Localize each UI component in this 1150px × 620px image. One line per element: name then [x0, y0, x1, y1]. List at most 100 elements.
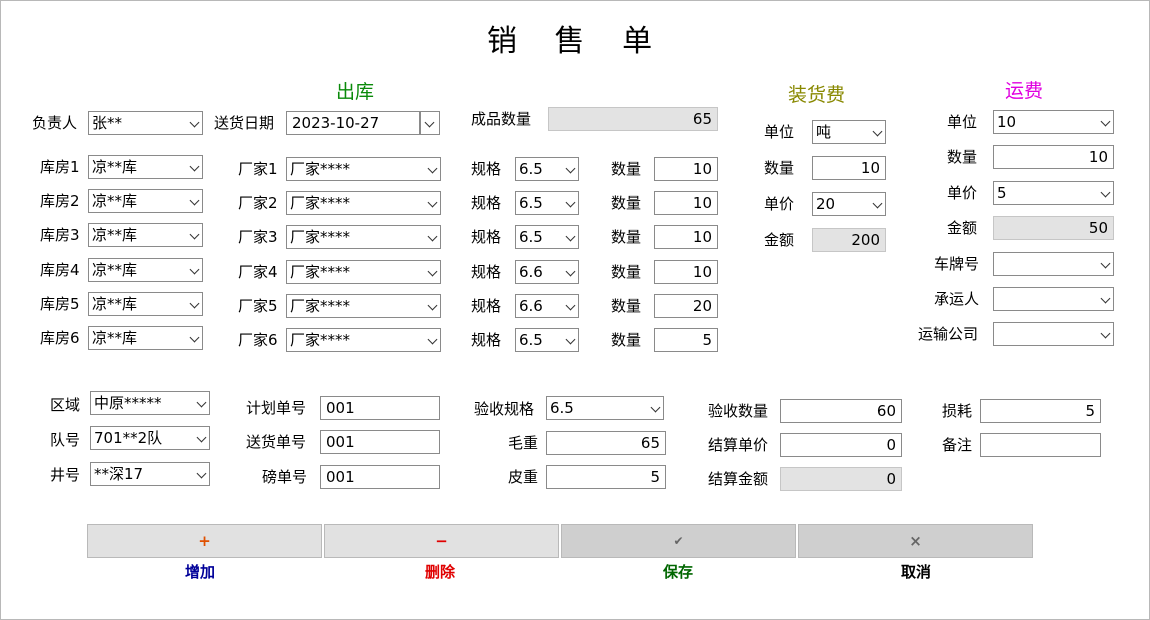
chevron-down-icon: [196, 397, 207, 408]
store-select[interactable]: 凉**库: [88, 155, 203, 179]
person-select[interactable]: 张**: [88, 111, 203, 135]
date-picker-button[interactable]: [420, 111, 440, 135]
spec-select[interactable]: 6.5: [515, 328, 579, 352]
freight-amount-label: 金额: [947, 219, 978, 237]
maker-select[interactable]: 厂家****: [286, 260, 441, 284]
spec-select[interactable]: 6.6: [515, 294, 579, 318]
store-select[interactable]: 凉**库: [88, 326, 203, 350]
maker-label: 厂家2: [238, 194, 278, 212]
note-field[interactable]: [980, 433, 1101, 457]
finished-qty-label: 成品数量: [471, 110, 532, 128]
add-button[interactable]: +: [87, 524, 322, 558]
freight-qty-field[interactable]: 10: [993, 145, 1114, 169]
chevron-down-icon: [424, 117, 435, 128]
freight-price-select[interactable]: 5: [993, 181, 1114, 205]
store-select[interactable]: 凉**库: [88, 189, 203, 213]
gross-field[interactable]: 65: [546, 431, 666, 455]
delete-button-label[interactable]: 删除: [380, 561, 500, 582]
carrier-label: 承运人: [934, 290, 980, 308]
company-select[interactable]: [993, 322, 1114, 346]
carrier-select[interactable]: [993, 287, 1114, 311]
maker-select[interactable]: 厂家****: [286, 294, 441, 318]
loading-qty-label: 数量: [764, 159, 795, 177]
cancel-button[interactable]: ×: [798, 524, 1033, 558]
loading-qty-field[interactable]: 10: [812, 156, 886, 180]
spec-label: 规格: [471, 331, 502, 349]
loading-unit-value: 吨: [816, 123, 832, 141]
plus-icon: +: [198, 532, 211, 550]
loading-amount-label: 金额: [764, 231, 795, 249]
chevron-down-icon: [427, 266, 438, 277]
store-label: 库房2: [40, 192, 80, 210]
region-select[interactable]: 中原*****: [90, 391, 210, 415]
loading-unit-label: 单位: [764, 123, 795, 141]
chevron-down-icon: [565, 163, 576, 174]
row-qty-field[interactable]: 10: [654, 225, 718, 249]
save-button-label[interactable]: 保存: [618, 561, 738, 582]
accept-qty-field[interactable]: 60: [780, 399, 902, 423]
well-select[interactable]: **深17: [90, 462, 210, 486]
store-label: 库房1: [40, 158, 80, 176]
delivery-no-label: 送货单号: [246, 433, 307, 451]
freight-unit-select[interactable]: 10: [993, 110, 1114, 134]
store-value: 凉**库: [92, 158, 138, 176]
spec-label: 规格: [471, 228, 502, 246]
section-loading-fee: 装货费: [788, 84, 846, 106]
accept-spec-value: 6.5: [550, 399, 574, 417]
maker-select[interactable]: 厂家****: [286, 225, 441, 249]
weigh-no-field[interactable]: 001: [320, 465, 440, 489]
maker-select[interactable]: 厂家****: [286, 157, 441, 181]
loading-unit-select[interactable]: 吨: [812, 120, 886, 144]
chevron-down-icon: [565, 197, 576, 208]
maker-value: 厂家****: [290, 297, 351, 315]
maker-value: 厂家****: [290, 160, 351, 178]
store-label: 库房6: [40, 329, 80, 347]
row-qty-field[interactable]: 5: [654, 328, 718, 352]
spec-select[interactable]: 6.5: [515, 225, 579, 249]
plan-no-field[interactable]: 001: [320, 396, 440, 420]
chevron-down-icon: [189, 161, 200, 172]
save-button[interactable]: ✔: [561, 524, 796, 558]
loading-price-select[interactable]: 20: [812, 192, 886, 216]
company-label: 运输公司: [918, 325, 979, 343]
plate-select[interactable]: [993, 252, 1114, 276]
loss-field[interactable]: 5: [980, 399, 1101, 423]
delivery-no-field[interactable]: 001: [320, 430, 440, 454]
chevron-down-icon: [1100, 187, 1111, 198]
maker-select[interactable]: 厂家****: [286, 191, 441, 215]
tare-field[interactable]: 5: [546, 465, 666, 489]
store-select[interactable]: 凉**库: [88, 223, 203, 247]
gross-label: 毛重: [508, 434, 539, 452]
freight-unit-label: 单位: [947, 113, 978, 131]
maker-label: 厂家1: [238, 160, 278, 178]
row-qty-field[interactable]: 10: [654, 191, 718, 215]
section-outbound: 出库: [336, 81, 375, 103]
row-qty-field[interactable]: 10: [654, 157, 718, 181]
row-qty-label: 数量: [611, 228, 642, 246]
spec-select[interactable]: 6.6: [515, 260, 579, 284]
spec-value: 6.5: [519, 160, 543, 178]
add-button-label[interactable]: 增加: [140, 561, 260, 582]
chevron-down-icon: [427, 300, 438, 311]
cancel-button-label[interactable]: 取消: [856, 561, 976, 582]
person-label: 负责人: [32, 114, 78, 132]
settle-price-field[interactable]: 0: [780, 433, 902, 457]
row-qty-field[interactable]: 20: [654, 294, 718, 318]
chevron-down-icon: [1100, 116, 1111, 127]
store-select[interactable]: 凉**库: [88, 258, 203, 282]
chevron-down-icon: [427, 231, 438, 242]
well-label: 井号: [50, 466, 81, 484]
freight-unit-value: 10: [997, 113, 1017, 131]
spec-select[interactable]: 6.5: [515, 191, 579, 215]
spec-select[interactable]: 6.5: [515, 157, 579, 181]
maker-value: 厂家****: [290, 263, 351, 281]
accept-spec-select[interactable]: 6.5: [546, 396, 664, 420]
maker-select[interactable]: 厂家****: [286, 328, 441, 352]
team-select[interactable]: 701**2队: [90, 426, 210, 450]
plate-label: 车牌号: [934, 255, 980, 273]
row-qty-field[interactable]: 10: [654, 260, 718, 284]
delete-button[interactable]: −: [324, 524, 559, 558]
chevron-down-icon: [872, 198, 883, 209]
store-select[interactable]: 凉**库: [88, 292, 203, 316]
date-field[interactable]: 2023-10-27: [286, 111, 420, 135]
